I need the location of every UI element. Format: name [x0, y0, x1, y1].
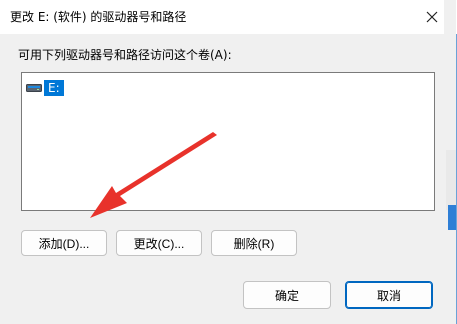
list-item[interactable]: E: — [26, 79, 64, 97]
drive-icon — [26, 84, 42, 92]
close-icon — [426, 11, 438, 23]
change-button[interactable]: 更改(C)... — [116, 230, 202, 256]
change-drive-letter-dialog: 更改 E: (软件) 的驱动器号和路径 可用下列驱动器号和路径访问这个卷(A):… — [0, 0, 457, 324]
volume-path-list[interactable]: E: — [21, 72, 435, 211]
drive-letter-label: E: — [44, 80, 64, 96]
add-button[interactable]: 添加(D)... — [21, 230, 107, 256]
ok-button[interactable]: 确定 — [243, 281, 331, 309]
cancel-button[interactable]: 取消 — [345, 281, 433, 309]
title-bar: 更改 E: (软件) 的驱动器号和路径 — [0, 0, 457, 34]
volume-list-label: 可用下列驱动器号和路径访问这个卷(A): — [18, 48, 232, 62]
background-window-edge — [444, 0, 456, 324]
dialog-title: 更改 E: (软件) 的驱动器号和路径 — [10, 10, 187, 24]
remove-button[interactable]: 删除(R) — [211, 230, 297, 256]
